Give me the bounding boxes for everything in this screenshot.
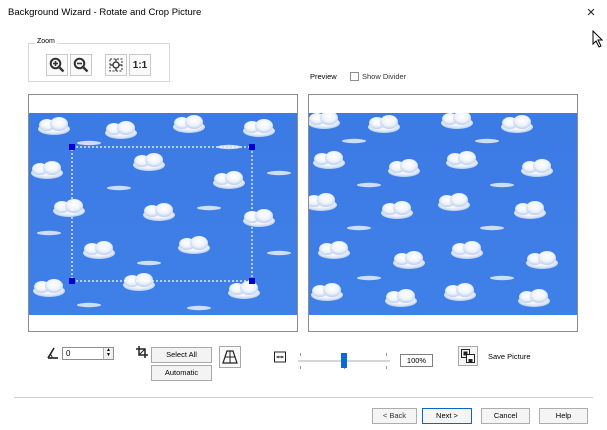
slider-tick xyxy=(386,353,387,356)
rotation-spinner[interactable]: ▲ ▼ xyxy=(103,348,113,359)
cancel-button[interactable]: Cancel xyxy=(481,408,530,424)
fit-to-window-button[interactable] xyxy=(105,54,127,76)
slider-tick xyxy=(300,353,301,356)
preview-label: Preview xyxy=(310,72,337,81)
select-all-button[interactable]: Select All xyxy=(151,347,212,363)
preview-tiled-image xyxy=(309,113,577,315)
perspective-button[interactable] xyxy=(219,346,241,368)
save-picture-icon xyxy=(461,349,475,363)
save-picture-label[interactable]: Save Picture xyxy=(488,352,531,361)
automatic-button[interactable]: Automatic xyxy=(151,365,212,381)
crop-handle-top-left[interactable] xyxy=(69,144,75,150)
zoom-out-button[interactable] xyxy=(70,54,92,76)
width-scale-icon xyxy=(274,351,286,363)
rotation-angle-input[interactable]: 0 ▲ ▼ xyxy=(62,347,114,360)
next-button[interactable]: Next > xyxy=(422,408,472,424)
perspective-icon xyxy=(222,350,238,364)
source-image-panel[interactable] xyxy=(28,94,298,332)
one-to-one-button[interactable]: 1:1 xyxy=(129,54,151,76)
zoom-label: Zoom xyxy=(35,38,57,45)
help-button[interactable]: Help xyxy=(539,408,588,424)
width-slider[interactable] xyxy=(298,350,390,372)
show-divider-checkbox[interactable]: Show Divider xyxy=(350,72,406,81)
fit-to-window-icon xyxy=(109,58,123,72)
slider-tick xyxy=(300,366,301,369)
preview-image-panel xyxy=(308,94,578,332)
show-divider-label: Show Divider xyxy=(362,72,407,81)
crop-icon xyxy=(136,346,148,358)
sky-clouds-image xyxy=(29,113,297,315)
rotate-angle-icon xyxy=(47,347,58,359)
zoom-out-icon xyxy=(73,57,89,73)
crop-handle-top-right[interactable] xyxy=(249,144,255,150)
zoom-in-icon xyxy=(49,57,65,73)
zoom-group: Zoom 1:1 xyxy=(28,38,170,82)
separator-line xyxy=(14,397,593,398)
one-to-one-label: 1:1 xyxy=(132,59,148,71)
crop-handle-bottom-left[interactable] xyxy=(69,278,75,284)
zoom-in-button[interactable] xyxy=(46,54,68,76)
width-percent-value: 100% xyxy=(400,354,433,367)
slider-thumb[interactable] xyxy=(341,353,347,368)
crop-handle-bottom-right[interactable] xyxy=(249,278,255,284)
window-title: Background Wizard - Rotate and Crop Pict… xyxy=(8,7,202,18)
close-button[interactable]: × xyxy=(578,2,604,24)
checkbox-box[interactable] xyxy=(350,72,359,81)
slider-tick xyxy=(386,366,387,369)
title-bar: Background Wizard - Rotate and Crop Pict… xyxy=(0,0,607,26)
rotation-angle-value: 0 xyxy=(66,349,71,358)
mouse-cursor-icon xyxy=(592,30,604,48)
back-button[interactable]: < Back xyxy=(372,408,417,424)
save-picture-button[interactable] xyxy=(458,346,478,366)
